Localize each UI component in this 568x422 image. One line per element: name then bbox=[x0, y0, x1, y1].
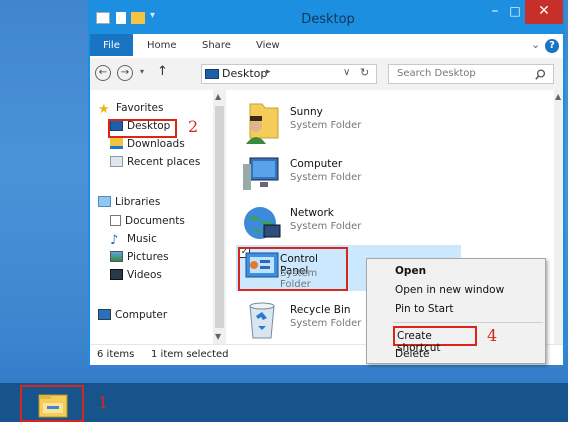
downloads-icon bbox=[110, 138, 123, 149]
recent-locations-icon[interactable]: ▾ bbox=[140, 67, 144, 76]
path-separator[interactable]: ▸ bbox=[266, 67, 271, 77]
nav-favorites[interactable]: ★ Favorites bbox=[98, 100, 163, 117]
customize-toolbar-icon[interactable]: ▾ bbox=[150, 10, 155, 21]
nav-item-label: Videos bbox=[127, 269, 162, 281]
nav-item-documents[interactable]: Documents bbox=[110, 213, 185, 230]
tab-file[interactable]: File bbox=[90, 34, 133, 56]
folder-type: System Folder bbox=[290, 172, 362, 183]
nav-item-label: Recent places bbox=[127, 156, 201, 168]
folder-name: Sunny bbox=[290, 106, 323, 118]
nav-item-videos[interactable]: Videos bbox=[110, 267, 162, 284]
maximize-button[interactable]: □ bbox=[505, 0, 525, 24]
nav-item-pictures[interactable]: Pictures bbox=[110, 249, 169, 266]
menu-separator bbox=[393, 322, 543, 323]
annotation-box-4: Create shortcut bbox=[393, 326, 477, 354]
folder-name: Recycle Bin bbox=[290, 304, 351, 316]
menu-item-delete[interactable]: Delete bbox=[395, 348, 430, 360]
tab-view[interactable]: View bbox=[256, 34, 280, 56]
navigation-scrollbar[interactable]: ▲ ▼ bbox=[213, 90, 226, 344]
annotation-number-1: 1 bbox=[98, 393, 109, 412]
tab-home[interactable]: Home bbox=[147, 34, 177, 56]
file-list-scrollbar[interactable]: ▲ bbox=[554, 90, 563, 344]
nav-item-label: Documents bbox=[125, 215, 185, 227]
address-path[interactable]: Desktop bbox=[222, 67, 267, 80]
help-icon[interactable]: ? bbox=[545, 39, 559, 53]
library-icon bbox=[98, 196, 111, 207]
menu-item-open-new-window[interactable]: Open in new window bbox=[395, 284, 504, 296]
annotation-number-2: 2 bbox=[188, 117, 199, 136]
folder-type: System Folder bbox=[280, 268, 318, 290]
annotation-box-3: Control Panel System Folder bbox=[238, 247, 348, 291]
annotation-number-4: 4 bbox=[487, 326, 498, 345]
ribbon-tabs: File Home Share View ⌄ ? bbox=[90, 34, 563, 58]
search-icon[interactable] bbox=[535, 69, 546, 80]
nav-libraries-label: Libraries bbox=[115, 196, 161, 208]
selection-count: 1 item selected bbox=[151, 349, 229, 360]
computer-icon bbox=[98, 309, 111, 320]
window-icon bbox=[96, 12, 110, 24]
nav-item-downloads[interactable]: Downloads bbox=[110, 136, 185, 153]
taskbar bbox=[0, 383, 568, 422]
file-explorer-icon[interactable] bbox=[37, 391, 69, 419]
search-placeholder: Search Desktop bbox=[397, 68, 476, 79]
folder-type: System Folder bbox=[290, 318, 362, 329]
nav-item-music[interactable]: ♪ Music bbox=[110, 231, 157, 248]
title-bar[interactable]: ▾ Desktop – □ ✕ bbox=[88, 0, 565, 34]
network-icon bbox=[244, 207, 281, 239]
video-icon bbox=[110, 269, 123, 280]
nav-item-label: Pictures bbox=[127, 251, 169, 263]
menu-item-open[interactable]: Open bbox=[395, 265, 426, 277]
nav-item-recent-places[interactable]: Recent places bbox=[110, 154, 200, 171]
folder-name: Computer bbox=[290, 158, 343, 170]
menu-item-pin-to-start[interactable]: Pin to Start bbox=[395, 303, 454, 315]
folder-type: System Folder bbox=[290, 120, 362, 131]
annotation-box-2 bbox=[108, 119, 177, 138]
folder-type: System Folder bbox=[290, 221, 362, 232]
item-count: 6 items bbox=[97, 349, 135, 360]
properties-icon[interactable] bbox=[116, 12, 126, 24]
up-button[interactable]: ↑ bbox=[157, 64, 168, 79]
recycle-bin-icon bbox=[249, 302, 275, 339]
user-folder-icon bbox=[246, 103, 279, 144]
nav-item-label: Music bbox=[127, 233, 157, 245]
picture-icon bbox=[110, 251, 123, 262]
desktop-icon bbox=[205, 69, 219, 79]
forward-button[interactable]: → bbox=[117, 65, 133, 81]
list-item-sunny[interactable]: Sunny System Folder bbox=[240, 100, 460, 144]
star-icon: ★ bbox=[98, 102, 110, 117]
nav-favorites-label: Favorites bbox=[116, 102, 164, 114]
search-input[interactable]: Search Desktop bbox=[388, 64, 554, 84]
list-item-network[interactable]: Network System Folder bbox=[240, 201, 460, 245]
computer-icon bbox=[243, 157, 279, 190]
nav-computer[interactable]: Computer bbox=[98, 307, 167, 324]
new-folder-icon[interactable] bbox=[131, 12, 145, 24]
address-dropdown-icon[interactable]: ∨ bbox=[343, 67, 350, 78]
list-item-computer[interactable]: Computer System Folder bbox=[240, 152, 460, 196]
scroll-up-icon[interactable]: ▲ bbox=[215, 92, 221, 101]
nav-item-label: Downloads bbox=[127, 138, 185, 150]
annotation-box-1 bbox=[20, 385, 84, 422]
tab-share[interactable]: Share bbox=[202, 34, 231, 56]
close-button[interactable]: ✕ bbox=[525, 0, 563, 24]
document-icon bbox=[110, 215, 121, 226]
minimize-button[interactable]: – bbox=[485, 0, 505, 24]
nav-computer-label: Computer bbox=[115, 309, 168, 321]
window-title: Desktop bbox=[301, 12, 355, 27]
back-button[interactable]: ← bbox=[95, 65, 111, 81]
nav-libraries[interactable]: Libraries bbox=[98, 194, 160, 211]
refresh-icon[interactable]: ↻ bbox=[360, 66, 369, 79]
folder-name: Network bbox=[290, 207, 334, 219]
recent-places-icon bbox=[110, 156, 123, 167]
address-bar: ← → ▾ ↑ Desktop ▸ ∨ ↻ Search Desktop bbox=[90, 58, 563, 90]
address-field[interactable]: Desktop ▸ ∨ ↻ bbox=[201, 64, 377, 84]
context-menu: Open Open in new window Pin to Start Cre… bbox=[366, 258, 546, 364]
scroll-down-icon[interactable]: ▼ bbox=[215, 332, 221, 341]
music-icon: ♪ bbox=[110, 233, 119, 248]
expand-ribbon-icon[interactable]: ⌄ bbox=[531, 38, 540, 51]
scroll-up-icon[interactable]: ▲ bbox=[555, 92, 561, 101]
scrollbar-thumb[interactable] bbox=[215, 106, 224, 328]
